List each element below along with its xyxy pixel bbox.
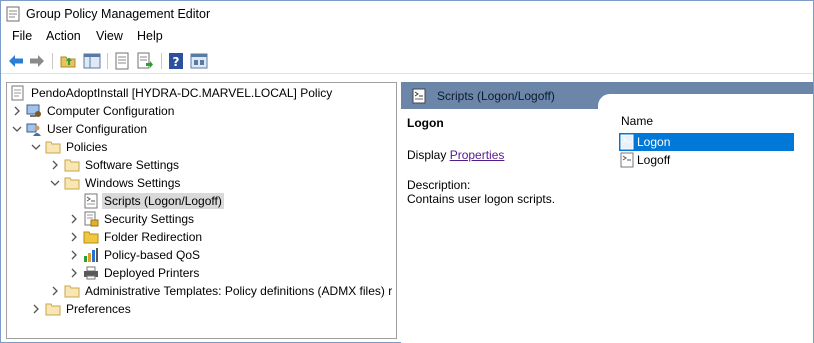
bar-chart-icon bbox=[84, 248, 98, 262]
security-lock-icon bbox=[84, 211, 99, 227]
chevron-right-icon[interactable] bbox=[69, 232, 79, 242]
tree-item-preferences[interactable]: Preferences bbox=[31, 300, 133, 318]
list-item-label: Logoff bbox=[637, 153, 671, 167]
tree-item-computer-configuration[interactable]: Computer Configuration bbox=[12, 102, 176, 120]
back-icon[interactable] bbox=[7, 52, 25, 70]
menu-view[interactable]: View bbox=[94, 29, 125, 43]
menu-action[interactable]: Action bbox=[44, 29, 83, 43]
tree-label: Security Settings bbox=[104, 212, 195, 226]
up-folder-icon[interactable] bbox=[59, 52, 77, 70]
folder-icon bbox=[64, 159, 80, 172]
tree-item-administrative-templates[interactable]: Administrative Templates: Policy definit… bbox=[50, 282, 394, 300]
chevron-right-icon[interactable] bbox=[69, 214, 79, 224]
tree-item-software-settings[interactable]: Software Settings bbox=[50, 156, 181, 174]
tree-pane[interactable]: PendoAdoptInstall [HYDRA-DC.MARVEL.LOCAL… bbox=[6, 82, 397, 339]
chevron-right-icon[interactable] bbox=[69, 268, 79, 278]
details-header: Scripts (Logon/Logoff) bbox=[401, 82, 813, 109]
toolbar-separator bbox=[161, 53, 162, 69]
tree-label: Deployed Printers bbox=[104, 266, 200, 280]
tree-item-security-settings[interactable]: Security Settings bbox=[69, 210, 196, 228]
details-header-title: Scripts (Logon/Logoff) bbox=[437, 89, 555, 103]
display-properties-line: Display Properties bbox=[407, 148, 504, 162]
menu-bar: File Action View Help bbox=[1, 27, 813, 47]
display-label: Display bbox=[407, 148, 450, 162]
help-icon[interactable]: ? bbox=[167, 52, 185, 70]
toolbar-separator bbox=[107, 53, 108, 69]
gpo-editor-icon bbox=[6, 6, 20, 22]
script-icon bbox=[84, 193, 98, 209]
description-text: Contains user logon scripts. bbox=[407, 192, 556, 206]
folder-icon bbox=[64, 177, 80, 190]
menu-file[interactable]: File bbox=[10, 29, 34, 43]
tree-item-user-configuration[interactable]: User Configuration bbox=[12, 120, 149, 138]
folder-icon bbox=[64, 285, 80, 298]
tree-item-folder-redirection[interactable]: Folder Redirection bbox=[69, 228, 204, 246]
header-curve bbox=[598, 94, 813, 109]
properties-icon[interactable] bbox=[113, 52, 131, 70]
user-icon bbox=[26, 123, 41, 136]
app-window: Group Policy Management Editor File Acti… bbox=[0, 0, 814, 343]
properties-link[interactable]: Properties bbox=[450, 148, 505, 162]
view-icon[interactable] bbox=[190, 52, 208, 70]
toolbar-separator bbox=[52, 53, 53, 69]
script-icon bbox=[412, 88, 426, 104]
tree-label: Administrative Templates: Policy definit… bbox=[85, 284, 393, 298]
tree-label: Windows Settings bbox=[85, 176, 181, 190]
chevron-right-icon[interactable] bbox=[50, 286, 60, 296]
tree-label: Policies bbox=[66, 140, 108, 154]
tree-label: User Configuration bbox=[47, 122, 148, 136]
details-pane: Scripts (Logon/Logoff) Logon Display Pro… bbox=[401, 82, 813, 343]
tree-item-root-policy[interactable]: PendoAdoptInstall [HYDRA-DC.MARVEL.LOCAL… bbox=[10, 84, 334, 102]
show-hide-tree-icon[interactable] bbox=[83, 52, 101, 70]
window-title: Group Policy Management Editor bbox=[26, 7, 211, 21]
list-item-logon[interactable]: Logon bbox=[619, 133, 794, 151]
tree-item-policy-based-qos[interactable]: Policy-based QoS bbox=[69, 246, 202, 264]
column-header-name[interactable]: Name bbox=[621, 114, 653, 128]
export-list-icon[interactable] bbox=[136, 52, 154, 70]
chevron-down-icon[interactable] bbox=[31, 142, 41, 152]
title-bar: Group Policy Management Editor bbox=[1, 1, 813, 27]
extended-view-detail: Logon Display Properties Description: Co… bbox=[407, 116, 612, 206]
menu-help[interactable]: Help bbox=[135, 29, 165, 43]
tree-item-scripts-logon-logoff[interactable]: Scripts (Logon/Logoff) bbox=[83, 192, 224, 210]
script-icon bbox=[620, 134, 634, 150]
list-item-label: Logon bbox=[637, 135, 671, 149]
tree-label: PendoAdoptInstall [HYDRA-DC.MARVEL.LOCAL… bbox=[31, 86, 333, 100]
tree-item-policies[interactable]: Policies bbox=[31, 138, 109, 156]
chevron-right-icon[interactable] bbox=[12, 106, 22, 116]
list-item-logoff[interactable]: Logoff bbox=[619, 151, 794, 169]
policy-document-icon bbox=[11, 85, 24, 101]
script-icon bbox=[620, 152, 634, 168]
printer-icon bbox=[84, 266, 98, 280]
tree-item-deployed-printers[interactable]: Deployed Printers bbox=[69, 264, 201, 282]
svg-text:?: ? bbox=[173, 55, 180, 69]
tree-label: Preferences bbox=[66, 302, 131, 316]
tree-item-windows-settings[interactable]: Windows Settings bbox=[50, 174, 182, 192]
chevron-down-icon[interactable] bbox=[12, 124, 22, 134]
description-label: Description: bbox=[407, 178, 471, 192]
tree-label: Software Settings bbox=[85, 158, 180, 172]
forward-icon[interactable] bbox=[28, 52, 46, 70]
tree-label: Scripts (Logon/Logoff) bbox=[102, 193, 224, 209]
tree-label: Computer Configuration bbox=[47, 104, 175, 118]
folder-icon bbox=[45, 303, 61, 316]
folder-icon bbox=[45, 141, 61, 154]
toolbar: ? bbox=[1, 48, 813, 74]
chevron-right-icon[interactable] bbox=[31, 304, 41, 314]
chevron-down-icon[interactable] bbox=[50, 178, 60, 188]
chevron-right-icon[interactable] bbox=[50, 160, 60, 170]
detail-heading: Logon bbox=[407, 116, 444, 130]
computer-icon bbox=[26, 104, 41, 117]
tree-label: Folder Redirection bbox=[104, 230, 203, 244]
chevron-right-icon[interactable] bbox=[69, 250, 79, 260]
tree-label: Policy-based QoS bbox=[104, 248, 201, 262]
folder-icon bbox=[83, 231, 99, 244]
